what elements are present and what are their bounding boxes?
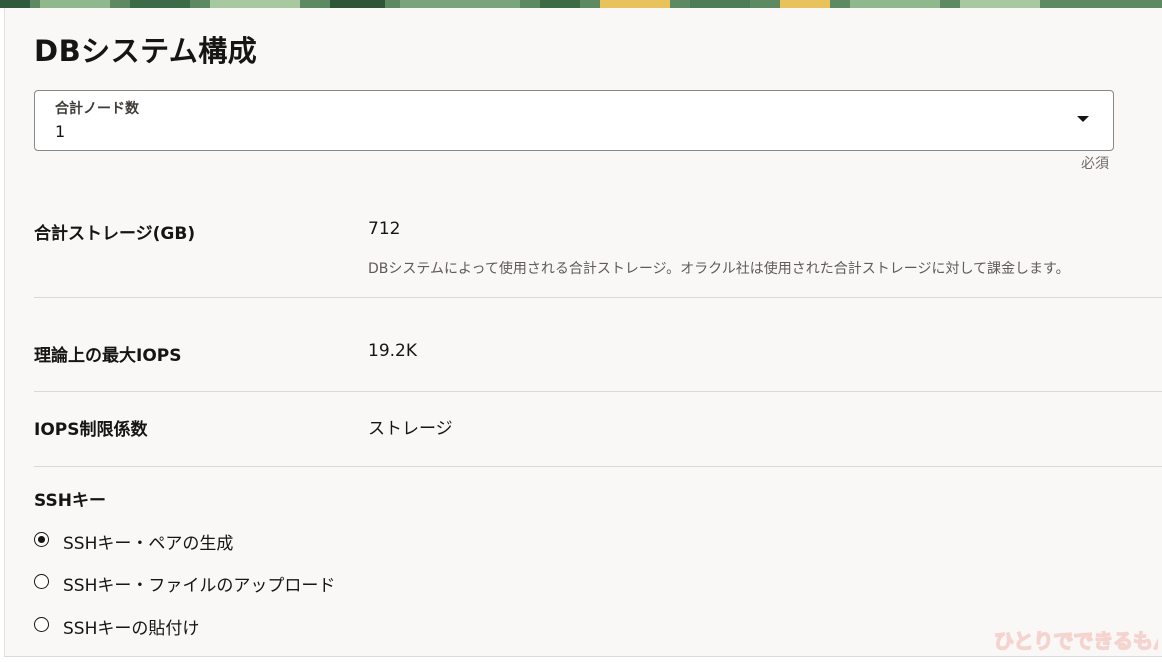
divider [34, 297, 1162, 298]
storage-label: 合計ストレージ(GB) [34, 224, 196, 244]
iops-factor-label: IOPS制限係数 [34, 420, 148, 440]
watermark-logo: ひとりでできるもん [992, 612, 1162, 662]
caret-down-icon [1077, 116, 1089, 122]
divider [34, 466, 1162, 467]
page-title: DBシステム構成 [34, 34, 258, 68]
radio-label: SSHキー・ペアの生成 [63, 534, 234, 554]
divider [34, 391, 1162, 392]
ssh-key-heading: SSHキー [34, 491, 106, 511]
required-indicator: 必須 [1081, 156, 1109, 172]
svg-text:ひとりでできるもん: ひとりでできるもん [994, 629, 1158, 653]
iops-factor-value: ストレージ [368, 419, 453, 439]
radio-label: SSHキー・ファイルのアップロード [63, 576, 336, 596]
radio-label: SSHキーの貼付け [63, 619, 200, 639]
header-banner [0, 0, 1162, 8]
storage-value: 712 [368, 219, 401, 239]
iops-value: 19.2K [368, 341, 417, 361]
node-count-label: 合計ノード数 [55, 101, 139, 117]
panel-bottom-border [4, 656, 1162, 657]
radio-unchecked-icon[interactable] [34, 617, 49, 632]
iops-label: 理論上の最大IOPS [34, 346, 182, 366]
radio-checked-icon[interactable] [34, 532, 49, 547]
node-count-value: 1 [55, 122, 66, 141]
radio-unchecked-icon[interactable] [34, 574, 49, 589]
node-count-select[interactable]: 合計ノード数 1 [34, 90, 1114, 151]
storage-description: DBシステムによって使用される合計ストレージ。オラクル社は使用された合計ストレー… [368, 261, 1070, 277]
